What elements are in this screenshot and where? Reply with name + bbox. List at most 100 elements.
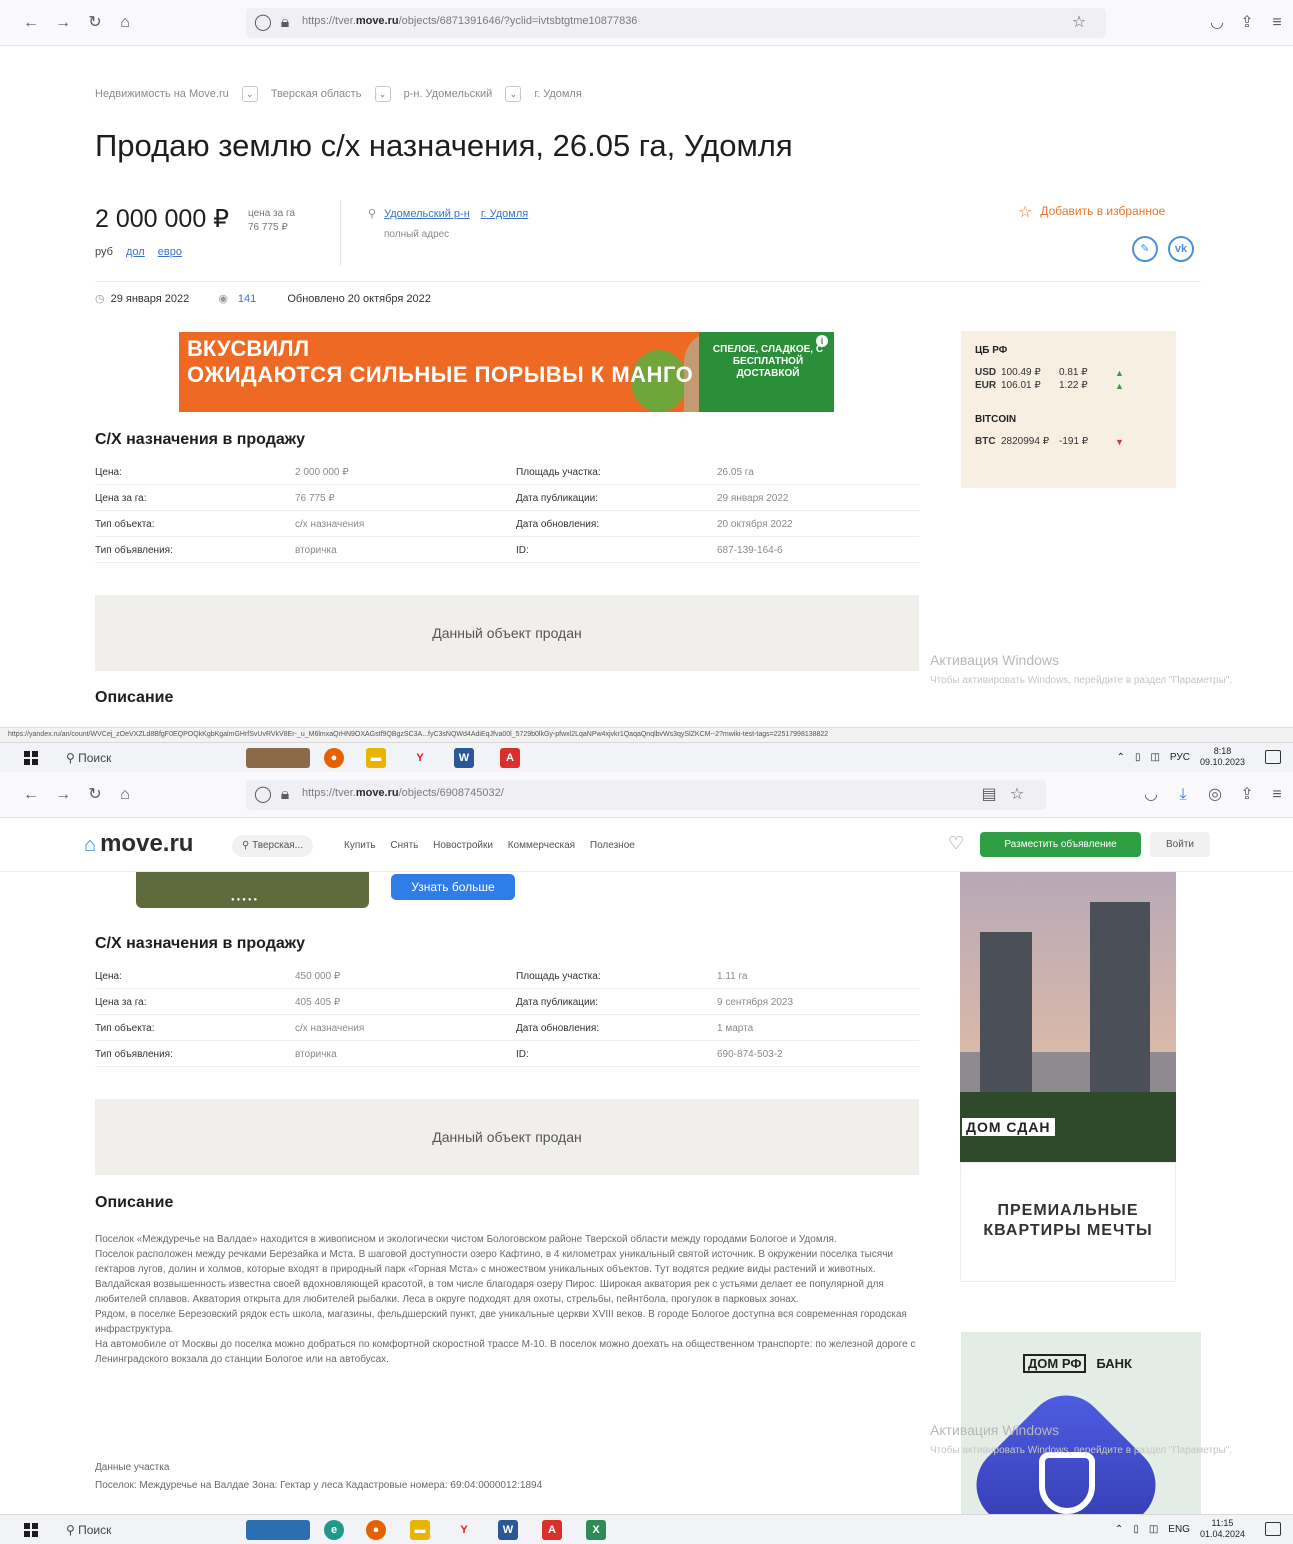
lock-icon[interactable]: 🔒︎ bbox=[274, 12, 296, 34]
logo-text: move.ru bbox=[100, 830, 194, 857]
edge-icon[interactable]: e bbox=[324, 1520, 344, 1540]
taskbar-search[interactable]: ⚲ Поиск bbox=[56, 747, 246, 769]
taskbar-photo-thumbnail[interactable] bbox=[246, 1520, 310, 1540]
ad-info-icon[interactable]: i bbox=[816, 335, 828, 347]
plot-data-title: Данные участка bbox=[95, 1462, 170, 1473]
table-row: Цена: 450 000 ₽ Площадь участка: 1.11 га bbox=[95, 963, 919, 989]
menu-icon[interactable]: ≡ bbox=[1266, 12, 1288, 34]
add-to-favorites-button[interactable]: ☆ Добавить в избранное bbox=[1018, 202, 1165, 222]
network-icon[interactable]: ◫ bbox=[1149, 1524, 1158, 1535]
back-icon[interactable]: ← bbox=[20, 12, 42, 34]
reload-icon[interactable]: ↻ bbox=[84, 784, 106, 806]
ad-banner-vkusvill[interactable]: ВКУСВИЛЛ ОЖИДАЮТСЯ СИЛЬНЫЕ ПОРЫВЫ К МАНГ… bbox=[179, 332, 834, 412]
notifications-icon[interactable] bbox=[1265, 1522, 1281, 1536]
windows-start-icon[interactable] bbox=[24, 1523, 38, 1537]
notifications-icon[interactable] bbox=[1265, 750, 1281, 764]
main-nav: Купить Снять Новостройки Коммерческая По… bbox=[344, 840, 647, 851]
pdf-reader-icon[interactable]: A bbox=[542, 1520, 562, 1540]
currency-eur[interactable]: евро bbox=[158, 246, 182, 258]
windows-start-icon[interactable] bbox=[24, 751, 38, 765]
bookmark-star-icon[interactable]: ☆ bbox=[1006, 784, 1028, 806]
ad-slogan: ОЖИДАЮТСЯ СИЛЬНЫЕ ПОРЫВЫ К МАНГО bbox=[187, 362, 694, 387]
reload-icon[interactable]: ↻ bbox=[84, 12, 106, 34]
currency-rub[interactable]: руб bbox=[95, 246, 113, 258]
post-listing-button[interactable]: Разместить объявление bbox=[980, 832, 1141, 857]
battery-icon[interactable]: ▯ bbox=[1135, 752, 1141, 763]
photo-pagination-dots[interactable]: ●●●●● bbox=[231, 897, 259, 903]
detail-key: Площадь участка: bbox=[516, 467, 601, 478]
forward-icon[interactable]: → bbox=[52, 784, 74, 806]
taskbar-search[interactable]: ⚲ Поиск bbox=[56, 1519, 246, 1541]
lock-icon[interactable]: 🔒︎ bbox=[274, 784, 296, 806]
detail-value: вторичка bbox=[295, 545, 337, 556]
nav-rent[interactable]: Снять bbox=[390, 840, 418, 851]
yandex-browser-icon[interactable]: Y bbox=[454, 1520, 474, 1540]
language-indicator[interactable]: РУС bbox=[1170, 752, 1190, 763]
breadcrumb-item[interactable]: Недвижимость на Move.ru bbox=[95, 88, 229, 100]
edit-icon[interactable]: ✎ bbox=[1132, 236, 1158, 262]
login-button[interactable]: Войти bbox=[1150, 832, 1210, 857]
breadcrumb-item[interactable]: г. Удомля bbox=[534, 88, 581, 100]
extensions-icon[interactable]: ⇪ bbox=[1236, 12, 1258, 34]
chevron-up-icon[interactable]: ⌃ bbox=[1115, 1524, 1123, 1535]
chevron-up-icon[interactable]: ⌃ bbox=[1117, 752, 1125, 763]
back-icon[interactable]: ← bbox=[20, 784, 42, 806]
battery-icon[interactable]: ▯ bbox=[1133, 1524, 1139, 1535]
detail-value: 9 сентября 2023 bbox=[717, 997, 794, 1008]
nav-buy[interactable]: Купить bbox=[344, 840, 376, 851]
clock[interactable]: 11:15 01.04.2024 bbox=[1200, 1518, 1245, 1540]
word-icon[interactable]: W bbox=[454, 748, 474, 768]
file-explorer-icon[interactable]: ▬ bbox=[366, 748, 386, 768]
ad-real-estate[interactable]: ДОМ СДАН bbox=[960, 872, 1176, 1162]
nav-new-buildings[interactable]: Новостройки bbox=[433, 840, 493, 851]
currency-usd[interactable]: дол bbox=[126, 246, 145, 258]
ad-real-estate-text[interactable]: ПРЕМИАЛЬНЫЕ КВАРТИРЫ МЕЧТЫ bbox=[960, 1162, 1176, 1282]
url-text: https://tver.move.ru/objects/6908745032/ bbox=[302, 787, 504, 799]
forward-icon[interactable]: → bbox=[52, 12, 74, 34]
language-indicator[interactable]: ENG bbox=[1168, 1524, 1190, 1535]
chevron-down-icon[interactable]: ⌄ bbox=[374, 86, 391, 102]
yandex-browser-icon[interactable]: Y bbox=[410, 748, 430, 768]
home-icon[interactable]: ⌂ bbox=[114, 12, 136, 34]
vk-share-icon[interactable]: vk bbox=[1168, 236, 1194, 262]
region-selector[interactable]: ⚲ Тверская... bbox=[232, 835, 314, 857]
screenshot-bottom: ← → ↻ ⌂ ◯ 🔒︎ https://tver.move.ru/object… bbox=[0, 772, 1293, 1544]
home-icon[interactable]: ⌂ bbox=[114, 784, 136, 806]
pocket-icon[interactable]: ◡ bbox=[1206, 12, 1228, 34]
learn-more-button[interactable]: Узнать больше bbox=[391, 874, 515, 900]
spreadsheet-icon[interactable]: X bbox=[586, 1520, 606, 1540]
breadcrumb-item[interactable]: Тверская область bbox=[271, 88, 362, 100]
nav-useful[interactable]: Полезное bbox=[590, 840, 635, 851]
firefox-icon[interactable]: ● bbox=[366, 1520, 386, 1540]
firefox-icon[interactable]: ● bbox=[324, 748, 344, 768]
taskbar-photo-thumbnail[interactable] bbox=[246, 748, 310, 768]
heart-icon[interactable]: ♡ bbox=[948, 833, 964, 854]
address-city-link[interactable]: г. Удомля bbox=[481, 208, 528, 220]
site-logo[interactable]: ⌂ move.ru bbox=[84, 830, 193, 858]
full-address-link[interactable]: полный адрес bbox=[384, 229, 449, 240]
chevron-down-icon[interactable]: ⌄ bbox=[241, 86, 258, 102]
menu-icon[interactable]: ≡ bbox=[1266, 784, 1288, 806]
word-icon[interactable]: W bbox=[498, 1520, 518, 1540]
clock[interactable]: 8:18 09.10.2023 bbox=[1200, 746, 1245, 768]
shield-icon[interactable]: ◯ bbox=[252, 784, 274, 806]
pocket-icon[interactable]: ◡ bbox=[1140, 784, 1162, 806]
download-icon[interactable]: ⤓ bbox=[1172, 784, 1194, 806]
account-icon[interactable]: ◎ bbox=[1204, 784, 1226, 806]
section-title: С/Х назначения в продажу bbox=[95, 935, 306, 952]
network-icon[interactable]: ◫ bbox=[1150, 752, 1159, 763]
nav-commercial[interactable]: Коммерческая bbox=[508, 840, 575, 851]
status-url: https://yandex.ru/an/count/WVCej_zOeVXZL… bbox=[0, 727, 1293, 742]
address-district-link[interactable]: Удомельский р-н bbox=[384, 208, 470, 220]
bookmark-star-icon[interactable]: ☆ bbox=[1068, 12, 1090, 34]
chevron-down-icon[interactable]: ⌄ bbox=[505, 86, 522, 102]
file-explorer-icon[interactable]: ▬ bbox=[410, 1520, 430, 1540]
breadcrumb-item[interactable]: р-н. Удомельский bbox=[404, 88, 493, 100]
detail-value: 1 марта bbox=[717, 1023, 754, 1034]
extensions-icon[interactable]: ⇪ bbox=[1236, 784, 1258, 806]
reader-view-icon[interactable]: ▤ bbox=[978, 784, 1000, 806]
shield-icon[interactable]: ◯ bbox=[252, 12, 274, 34]
pdf-reader-icon[interactable]: A bbox=[500, 748, 520, 768]
address-bar[interactable]: ◯ 🔒︎ https://tver.move.ru/objects/690874… bbox=[246, 780, 1046, 810]
address-bar[interactable]: ◯ 🔒︎ https://tver.move.ru/objects/687139… bbox=[246, 8, 1106, 38]
